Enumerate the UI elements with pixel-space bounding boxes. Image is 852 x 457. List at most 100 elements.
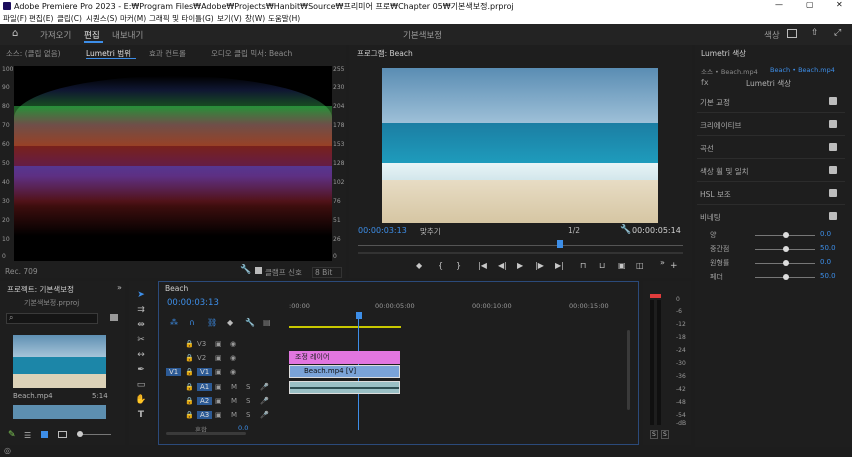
lumetri-source-select[interactable]: 소스 • Beach.mp4 (701, 66, 758, 76)
hand-tool-icon[interactable]: ✋ (135, 395, 147, 407)
program-timecode[interactable]: 00:00:03:13 (358, 226, 407, 235)
linked-selection-icon[interactable]: ⛓ (207, 318, 217, 327)
slider-feather[interactable]: 페더 50.0 (700, 271, 840, 283)
more-controls-icon[interactable]: » (660, 258, 665, 267)
go-to-out-icon[interactable]: ▶| (555, 261, 564, 270)
clip-thumbnail-2[interactable] (13, 405, 106, 419)
timeline-zoom-scrollbar[interactable] (166, 432, 246, 435)
maximize-button[interactable]: ▢ (806, 0, 814, 9)
solo-left-button[interactable]: S (650, 430, 658, 439)
step-back-icon[interactable]: ◀| (498, 261, 507, 270)
panel-expand-icon[interactable]: » (117, 283, 122, 292)
section-creative[interactable]: 크리에이티브 (697, 114, 845, 136)
share-icon[interactable]: ⇧ (811, 28, 819, 38)
wrench-icon[interactable]: 🔧 (240, 265, 251, 275)
razor-tool-icon[interactable]: ✂ (135, 335, 147, 347)
menu-window[interactable]: 창(W) (245, 13, 265, 24)
timeline-tab[interactable]: Beach (165, 284, 188, 293)
program-playhead[interactable] (557, 240, 563, 248)
fullscreen-icon[interactable]: ⤢ (834, 28, 841, 38)
tab-export[interactable]: 내보내기 (112, 29, 143, 41)
minimize-button[interactable]: — (775, 0, 783, 9)
solo-right-button[interactable]: S (661, 430, 669, 439)
tab-import[interactable]: 가져오기 (40, 29, 71, 41)
track-select-tool-icon[interactable]: ⇉ (135, 305, 147, 317)
step-forward-icon[interactable]: |▶ (535, 261, 544, 270)
home-icon[interactable]: ⌂ (12, 28, 18, 39)
tab-edit[interactable]: 편집 (84, 29, 100, 41)
vignette-checkbox[interactable] (829, 212, 837, 220)
program-scrub-bar[interactable] (358, 245, 683, 246)
color-wheels-checkbox[interactable] (829, 166, 837, 174)
menu-edit[interactable]: 편집(E) (29, 13, 53, 24)
fit-select[interactable]: 맞추기 (420, 226, 462, 237)
menu-file[interactable]: 파일(F) (3, 13, 27, 24)
selection-tool-icon[interactable]: ➤ (135, 290, 147, 302)
add-button-icon[interactable]: + (670, 261, 678, 271)
menu-graphics[interactable]: 그래픽 및 타이틀(G) (149, 13, 214, 24)
settings-wrench-icon[interactable]: 🔧 (620, 225, 631, 235)
slider-amount[interactable]: 양 0.0 (700, 229, 840, 241)
timeline-vertical-scrollbar[interactable] (627, 330, 630, 410)
creative-checkbox[interactable] (829, 120, 837, 128)
rectangle-tool-icon[interactable]: ▭ (135, 380, 147, 392)
menu-clip[interactable]: 클립(C) (57, 13, 82, 24)
basic-correction-checkbox[interactable] (829, 97, 837, 105)
quality-select[interactable]: 1/2 (568, 226, 608, 235)
section-vignette[interactable]: 비네팅 (697, 206, 845, 228)
slider-roundness[interactable]: 원형률 0.0 (700, 257, 840, 269)
clip-adjustment-layer[interactable]: 조정 레이어 (289, 351, 400, 364)
curves-checkbox[interactable] (829, 143, 837, 151)
slider-midpoint[interactable]: 중간점 50.0 (700, 243, 840, 255)
program-zoom-bar[interactable] (358, 252, 683, 254)
lumetri-effect-select[interactable]: Lumetri 색상 (746, 78, 791, 89)
clip-thumbnail[interactable] (13, 335, 106, 388)
thumbnail-size-knob[interactable] (77, 431, 83, 437)
pencil-icon[interactable]: ✎ (8, 430, 16, 440)
extract-icon[interactable]: ⊔ (599, 261, 605, 270)
workspace-label[interactable]: 색상 (764, 29, 780, 41)
snap-icon[interactable]: ∩ (189, 318, 195, 327)
add-marker-icon[interactable]: ◆ (416, 261, 422, 270)
add-marker-timeline-icon[interactable]: ◆ (227, 318, 233, 327)
go-to-in-icon[interactable]: |◀ (478, 261, 487, 270)
lumetri-clip-select[interactable]: Beach • Beach.mp4 (770, 66, 835, 74)
timeline-timecode[interactable]: 00:00:03:13 (167, 298, 219, 308)
section-basic-correction[interactable]: 기본 교정 (697, 91, 845, 113)
close-button[interactable]: ✕ (836, 0, 843, 9)
section-curves[interactable]: 곡선 (697, 137, 845, 159)
freeform-view-icon[interactable] (58, 431, 67, 438)
pen-tool-icon[interactable]: ✒ (135, 365, 147, 377)
tab-source[interactable]: 소스: (클립 없음) (6, 48, 61, 59)
list-view-icon[interactable]: ☰ (24, 431, 31, 440)
clip-indicator[interactable] (650, 294, 661, 298)
work-area-bar[interactable] (289, 326, 401, 328)
tab-audio-clip-mixer[interactable]: 오디오 클립 믹서: Beach (211, 48, 292, 59)
menu-sequence[interactable]: 시퀀스(S) (86, 13, 117, 24)
captions-icon[interactable]: ▤ (263, 318, 271, 327)
timeline-settings-icon[interactable]: 🔧 (245, 318, 255, 327)
hsl-checkbox[interactable] (829, 189, 837, 197)
icon-view-icon[interactable] (41, 431, 48, 438)
tab-effect-controls[interactable]: 효과 컨트롤 (149, 48, 186, 59)
lift-icon[interactable]: ⊓ (580, 261, 586, 270)
workspaces-icon[interactable] (787, 29, 797, 38)
mark-in-icon[interactable]: { (438, 261, 443, 270)
menu-marker[interactable]: 마커(M) (120, 13, 146, 24)
play-icon[interactable]: ▶ (517, 261, 523, 270)
slip-tool-icon[interactable]: ↔ (135, 350, 147, 362)
type-tool-icon[interactable]: T (135, 410, 147, 422)
mark-out-icon[interactable]: } (456, 261, 461, 270)
clip-beach-video[interactable]: Beach.mp4 [V] (289, 365, 400, 378)
clamp-checkbox[interactable] (255, 267, 262, 274)
menu-help[interactable]: 도움말(H) (268, 13, 300, 24)
bit-depth-select[interactable]: 8 Bit (312, 267, 342, 278)
export-frame-icon[interactable]: ▣ (618, 261, 626, 270)
project-search-input[interactable] (6, 313, 98, 324)
new-bin-icon[interactable] (110, 314, 118, 321)
section-color-wheels[interactable]: 색상 휠 및 일치 (697, 160, 845, 182)
section-hsl-secondary[interactable]: HSL 보조 (697, 183, 845, 205)
compare-view-icon[interactable]: ◫ (636, 261, 644, 270)
nest-toggle-icon[interactable]: ⁂ (170, 318, 178, 327)
mix-value[interactable]: 0.0 (238, 424, 248, 432)
